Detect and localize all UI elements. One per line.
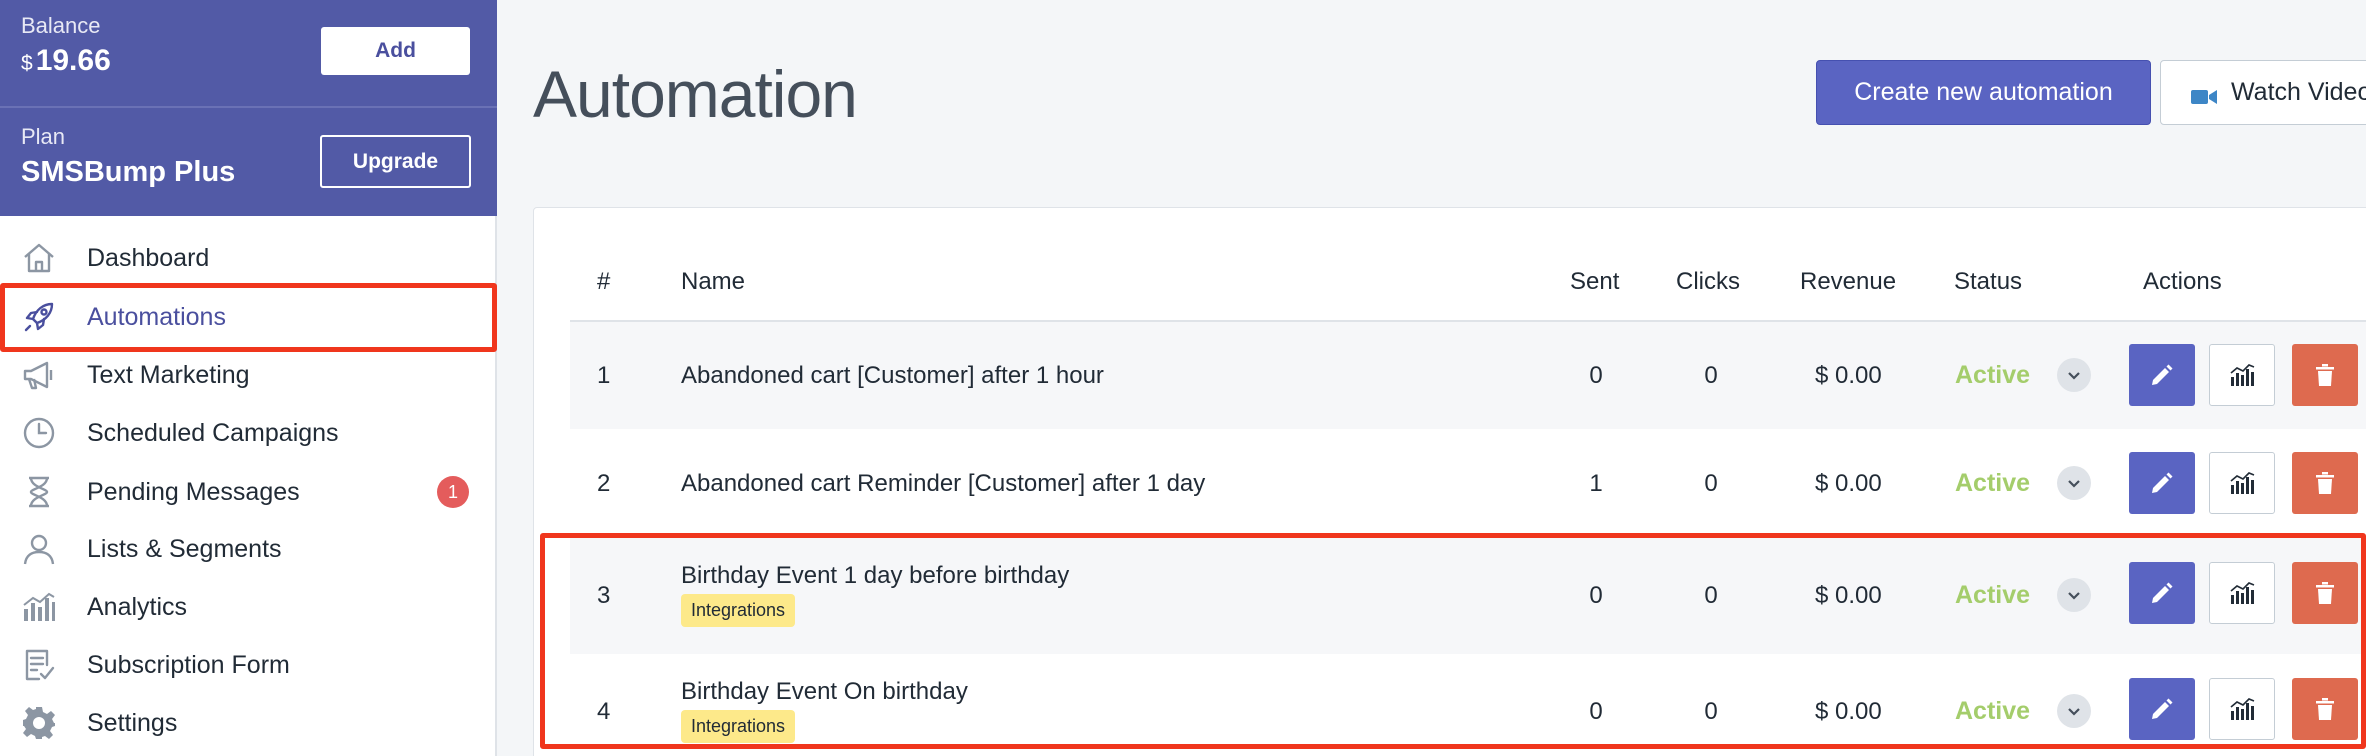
sent-count: 0 bbox=[1589, 362, 1603, 389]
page-title: Automation bbox=[533, 57, 858, 131]
balance-amount: $19.66 bbox=[21, 44, 111, 78]
column-header-revenue[interactable]: Revenue bbox=[1800, 268, 1896, 296]
clock-icon bbox=[20, 414, 58, 452]
create-automation-button[interactable]: Create new automation bbox=[1816, 60, 2151, 125]
video-camera-icon bbox=[2191, 84, 2217, 104]
sidebar-item-label: Dashboard bbox=[87, 243, 210, 272]
clicks-count: 0 bbox=[1704, 362, 1718, 389]
hourglass-icon bbox=[20, 473, 58, 511]
sent-count: 1 bbox=[1589, 470, 1603, 497]
column-header-name[interactable]: Name bbox=[681, 268, 745, 296]
stats-button[interactable] bbox=[2209, 452, 2275, 514]
user-icon bbox=[20, 530, 58, 568]
row-number: 1 bbox=[597, 362, 611, 389]
form-icon bbox=[20, 646, 58, 684]
sidebar-item-lists-segments[interactable]: Lists & Segments bbox=[0, 521, 497, 577]
pencil-icon bbox=[2152, 472, 2173, 493]
edit-button[interactable] bbox=[2129, 344, 2195, 406]
sidebar-item-pending-messages[interactable]: Pending Messages 1 bbox=[0, 464, 497, 520]
balance-label: Balance bbox=[21, 13, 101, 38]
sidebar-item-label: Subscription Form bbox=[87, 650, 290, 679]
watch-video-button[interactable]: Watch Video bbox=[2160, 60, 2366, 125]
status-badge: Active bbox=[1955, 469, 2031, 497]
trash-icon bbox=[2316, 364, 2334, 386]
row-number: 2 bbox=[597, 470, 611, 497]
delete-button[interactable] bbox=[2292, 452, 2358, 514]
revenue-value: $ 0.00 bbox=[1815, 470, 1882, 497]
upgrade-button[interactable]: Upgrade bbox=[320, 135, 471, 188]
home-icon bbox=[20, 239, 58, 277]
sidebar-item-subscription-form[interactable]: Subscription Form bbox=[0, 637, 497, 693]
sidebar-item-label: Pending Messages bbox=[87, 477, 300, 506]
delete-button[interactable] bbox=[2292, 344, 2358, 406]
bar-chart-icon bbox=[2230, 364, 2255, 386]
column-header-number: # bbox=[597, 268, 611, 295]
status-badge: Active bbox=[1955, 361, 2031, 389]
column-header-clicks[interactable]: Clicks bbox=[1676, 268, 1740, 296]
sidebar-item-label: Analytics bbox=[87, 592, 188, 621]
column-header-sent[interactable]: Sent bbox=[1570, 268, 1619, 296]
gear-icon bbox=[20, 704, 58, 742]
sidebar-item-scheduled-campaigns[interactable]: Scheduled Campaigns bbox=[0, 405, 497, 461]
automation-name: Abandoned cart [Customer] after 1 hour bbox=[681, 362, 1104, 389]
sidebar-item-label: Scheduled Campaigns bbox=[87, 418, 339, 447]
plan-label: Plan bbox=[21, 124, 66, 149]
sidebar-item-label: Text Marketing bbox=[87, 360, 250, 389]
sidebar-item-dashboard[interactable]: Dashboard bbox=[0, 230, 497, 286]
add-balance-button[interactable]: Add bbox=[321, 27, 470, 75]
automations-highlight-box bbox=[0, 283, 497, 352]
birthday-rows-highlight-box bbox=[540, 533, 2366, 749]
balance-value: 19.66 bbox=[35, 44, 111, 77]
stats-button[interactable] bbox=[2209, 344, 2275, 406]
pending-count-badge: 1 bbox=[437, 476, 469, 508]
chevron-down-icon[interactable] bbox=[2057, 358, 2091, 392]
sidebar-item-analytics[interactable]: Analytics bbox=[0, 579, 497, 635]
column-header-status[interactable]: Status bbox=[1954, 268, 2022, 296]
watch-video-label: Watch Video bbox=[2231, 78, 2366, 106]
trash-icon bbox=[2316, 472, 2334, 494]
chevron-down-icon[interactable] bbox=[2057, 466, 2091, 500]
bar-chart-icon bbox=[20, 588, 58, 626]
megaphone-icon bbox=[20, 356, 58, 394]
clicks-count: 0 bbox=[1704, 470, 1718, 497]
edit-button[interactable] bbox=[2129, 452, 2195, 514]
bar-chart-icon bbox=[2230, 472, 2255, 494]
pencil-icon bbox=[2152, 364, 2173, 385]
automation-name: Abandoned cart Reminder [Customer] after… bbox=[681, 470, 1206, 497]
balance-currency: $ bbox=[21, 52, 33, 75]
column-header-actions: Actions bbox=[2143, 268, 2222, 295]
plan-name: SMSBump Plus bbox=[21, 156, 236, 188]
sidebar-item-label: Settings bbox=[87, 708, 178, 737]
revenue-value: $ 0.00 bbox=[1815, 362, 1882, 389]
sidebar-item-settings[interactable]: Settings bbox=[0, 695, 497, 751]
sidebar: Balance $19.66 Add Plan SMSBump Plus Upg… bbox=[0, 0, 497, 756]
sidebar-item-label: Lists & Segments bbox=[87, 534, 282, 563]
balance-panel: Balance $19.66 Add bbox=[0, 0, 497, 106]
plan-panel: Plan SMSBump Plus Upgrade bbox=[0, 108, 497, 216]
sidebar-item-text-marketing[interactable]: Text Marketing bbox=[0, 347, 497, 403]
